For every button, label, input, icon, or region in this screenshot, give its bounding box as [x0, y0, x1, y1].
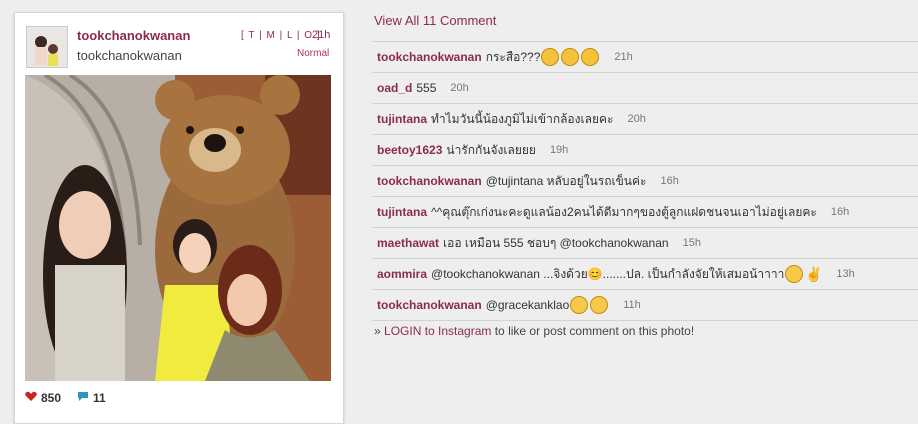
comment-row: maethawat เออ เหมือน 555 ชอบๆ @tookchanok…	[372, 227, 918, 258]
comment-text: ^^คุณตุ๊กเก่งนะคะดูแลน้อง2คนได้ดีมากๆของ…	[431, 204, 817, 219]
comment-username[interactable]: maethawat	[377, 236, 439, 250]
comment-text: @tookchanokwanan ...จิงด้วย😊.......ปล. เ…	[431, 266, 785, 281]
comment-time: 15h	[682, 237, 701, 249]
comment-text: ทำไมวันนี้น้องภูมิไม่เข้ากล้องเลยคะ	[431, 111, 614, 126]
login-prefix: »	[374, 324, 385, 338]
login-link[interactable]: LOGIN to Instagram	[384, 324, 491, 338]
post-time: 21h	[312, 29, 331, 41]
filter-name: Normal	[297, 48, 330, 59]
comment-time: 16h	[660, 175, 679, 187]
login-prompt: » LOGIN to Instagram to like or post com…	[374, 324, 694, 338]
comment-time: 20h	[450, 82, 469, 94]
comment-time: 20h	[627, 113, 646, 125]
comment-text: 555	[416, 81, 437, 95]
comment-text: @tujintana หลับอยู่ในรถเข็นค่ะ	[485, 173, 647, 188]
comment-username[interactable]: tujintana	[377, 112, 427, 126]
comment-username[interactable]: aommira	[377, 267, 427, 281]
like-count: 850	[41, 391, 62, 405]
comment-list: tookchanokwanan กระสือ??? 21h oad_d 555 20h tu…	[372, 41, 918, 321]
comment-icon[interactable]	[77, 391, 89, 405]
smile-emoji-icon	[570, 296, 589, 314]
comment-username[interactable]: oad_d	[377, 81, 412, 95]
comment-username[interactable]: tujintana	[377, 205, 427, 219]
comment-text: @gracekanklao	[485, 298, 570, 312]
comment-row: aommira @tookchanokwanan ...จิงด้วย😊.....…	[372, 258, 918, 289]
comment-text: น่ารักกันจังเลยยย	[446, 142, 536, 157]
comment-username[interactable]: tookchanokwanan	[377, 50, 482, 64]
comment-time: 16h	[830, 206, 850, 218]
shock-emoji-icon	[561, 48, 580, 66]
comment-count: 11	[93, 391, 106, 405]
heart-icon[interactable]	[25, 391, 37, 405]
post-stats: 850 11	[25, 391, 106, 405]
comment-row: beetoy1623 น่ารักกันจังเลยยย 19h	[372, 134, 918, 165]
comment-row: tookchanokwanan @tujintana หลับอยู่ในรถเข…	[372, 165, 918, 196]
comment-username[interactable]: tookchanokwanan	[377, 174, 482, 188]
post-card: tookchanokwanan tookchanokwanan [ T | M …	[14, 12, 344, 424]
comment-time: 21h	[614, 51, 633, 63]
comment-row: tookchanokwanan กระสือ??? 21h	[372, 41, 918, 72]
peace-emoji-icon: ✌	[805, 266, 823, 282]
login-suffix: to like or post comment on this photo!	[491, 324, 695, 338]
love-emoji-icon	[785, 265, 804, 283]
comment-username[interactable]: beetoy1623	[377, 143, 442, 157]
comment-text: เออ เหมือน 555 ชอบๆ @tookchanokwanan	[443, 235, 669, 250]
comment-row: tujintana ^^คุณตุ๊กเก่งนะคะดูแลน้อง2คนได้…	[372, 196, 918, 227]
share-links[interactable]: [ T | M | L | O ]	[241, 30, 321, 41]
smile-emoji-icon	[590, 296, 609, 314]
view-all-comments-link[interactable]: View All 11 Comment	[374, 13, 496, 28]
post-fullname: tookchanokwanan	[77, 48, 182, 63]
comment-row: tookchanokwanan @gracekanklao 11h	[372, 289, 918, 321]
comment-time: 19h	[549, 144, 569, 156]
comment-text: กระสือ???	[485, 49, 541, 64]
post-username[interactable]: tookchanokwanan	[77, 28, 190, 43]
comment-time: 11h	[623, 299, 641, 311]
comment-time: 13h	[836, 268, 855, 280]
comment-username[interactable]: tookchanokwanan	[377, 298, 482, 312]
comment-row: oad_d 555 20h	[372, 72, 918, 103]
shock-emoji-icon	[541, 48, 560, 66]
post-photo[interactable]	[25, 75, 331, 381]
comments-panel: View All 11 Comment tookchanokwanan กระสื…	[357, 0, 918, 409]
shock-emoji-icon	[581, 48, 600, 66]
avatar[interactable]	[26, 26, 68, 68]
comment-row: tujintana ทำไมวันนี้น้องภูมิไม่เข้ากล้องเ…	[372, 103, 918, 134]
